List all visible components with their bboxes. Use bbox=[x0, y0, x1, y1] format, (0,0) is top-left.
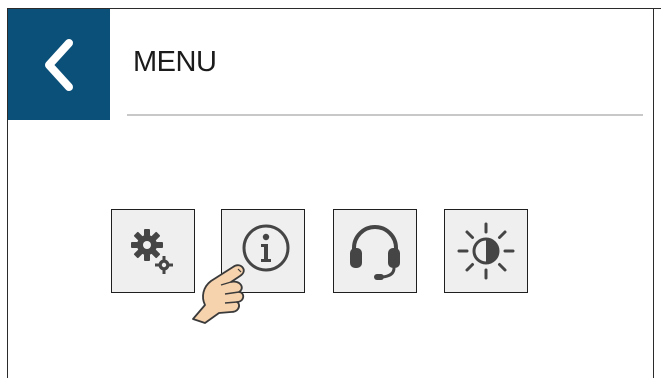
support-button[interactable] bbox=[333, 209, 417, 293]
menu-screen: MENU bbox=[0, 0, 661, 378]
pointing-hand-icon bbox=[192, 264, 245, 324]
page-title: MENU bbox=[133, 46, 217, 78]
gears-icon bbox=[131, 229, 173, 274]
brightness-icon bbox=[457, 222, 515, 280]
pointing-hand-overlay bbox=[183, 245, 265, 332]
title-divider bbox=[127, 114, 643, 116]
back-button[interactable] bbox=[8, 9, 110, 120]
brightness-button[interactable] bbox=[444, 209, 528, 293]
chevron-left-icon bbox=[45, 38, 73, 91]
headset-icon bbox=[350, 225, 400, 280]
frame-border-right bbox=[653, 8, 654, 378]
